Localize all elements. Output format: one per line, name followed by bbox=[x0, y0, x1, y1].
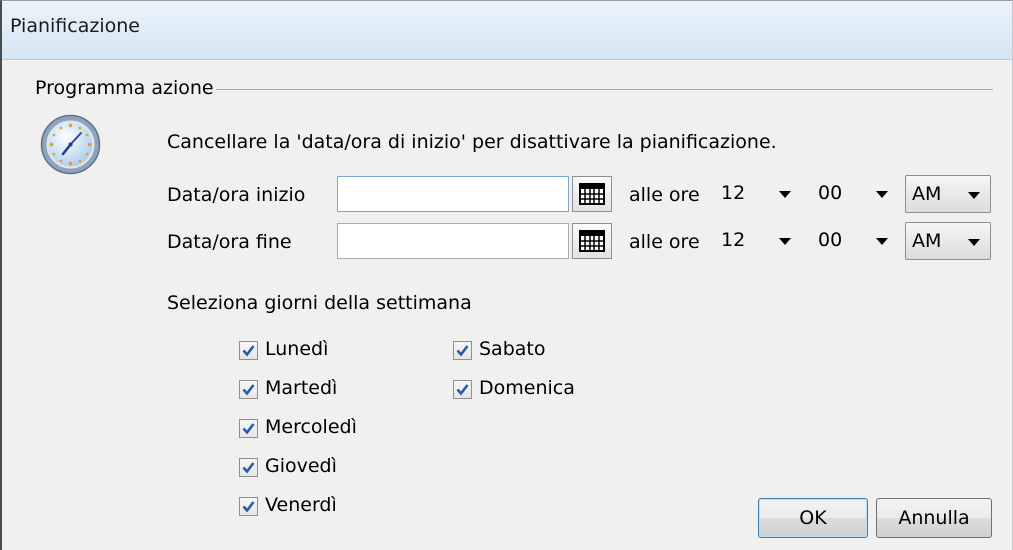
end-datetime-input[interactable] bbox=[337, 223, 569, 259]
days-heading: Seleziona giorni della settimana bbox=[167, 292, 472, 314]
start-hour-value: 12 bbox=[721, 182, 746, 204]
checkbox-box[interactable] bbox=[239, 380, 258, 399]
start-hour-select[interactable]: 12 bbox=[715, 175, 801, 213]
start-ampm-value: AM bbox=[912, 183, 942, 205]
end-minute-select[interactable]: 00 bbox=[812, 222, 898, 260]
checkbox-label: Mercoledì bbox=[265, 416, 357, 438]
checkmark-icon bbox=[242, 501, 255, 513]
info-text: Cancellare la 'data/ora di inizio' per d… bbox=[167, 131, 777, 153]
checkbox-box[interactable] bbox=[239, 341, 258, 360]
checkbox-box[interactable] bbox=[453, 341, 472, 360]
checkbox-label: Giovedì bbox=[265, 455, 337, 477]
chevron-down-icon bbox=[876, 238, 888, 245]
checkbox-label: Martedì bbox=[265, 377, 338, 399]
group-legend: Programma azione bbox=[35, 77, 216, 99]
end-ampm-select[interactable]: AM bbox=[905, 222, 991, 260]
start-datetime-label: Data/ora inizio bbox=[167, 184, 306, 206]
checkbox-box[interactable] bbox=[453, 380, 472, 399]
group-divider bbox=[207, 89, 993, 90]
checkbox-label: Sabato bbox=[479, 338, 546, 360]
chevron-down-icon bbox=[779, 191, 791, 198]
start-minute-select[interactable]: 00 bbox=[812, 175, 898, 213]
end-hour-value: 12 bbox=[721, 229, 746, 251]
checkmark-icon bbox=[242, 345, 255, 357]
end-hour-select[interactable]: 12 bbox=[715, 222, 801, 260]
checkbox-label: Venerdì bbox=[265, 494, 337, 516]
scheduling-dialog: Pianificazione Programma azione Cancella… bbox=[0, 0, 1013, 550]
end-at-label: alle ore bbox=[629, 231, 700, 253]
end-ampm-value: AM bbox=[912, 230, 942, 252]
checkmark-icon bbox=[242, 462, 255, 474]
start-minute-value: 00 bbox=[818, 182, 843, 204]
checkmark-icon bbox=[242, 423, 255, 435]
chevron-down-icon bbox=[968, 239, 980, 246]
ok-button[interactable]: OK bbox=[758, 498, 868, 538]
cancel-button[interactable]: Annulla bbox=[876, 498, 992, 538]
start-calendar-button[interactable] bbox=[572, 176, 612, 212]
calendar-icon bbox=[579, 183, 605, 205]
checkbox-box[interactable] bbox=[239, 497, 258, 516]
chevron-down-icon bbox=[779, 238, 791, 245]
end-calendar-button[interactable] bbox=[572, 223, 612, 259]
checkbox-box[interactable] bbox=[239, 419, 258, 438]
start-datetime-input[interactable] bbox=[337, 176, 569, 212]
end-datetime-label: Data/ora fine bbox=[167, 231, 292, 253]
chevron-down-icon bbox=[876, 191, 888, 198]
checkbox-label: Domenica bbox=[479, 377, 575, 399]
title-bar[interactable]: Pianificazione bbox=[2, 1, 1012, 60]
window-title: Pianificazione bbox=[10, 15, 140, 37]
checkmark-icon bbox=[242, 384, 255, 396]
checkmark-icon bbox=[456, 384, 469, 396]
start-at-label: alle ore bbox=[629, 184, 700, 206]
checkmark-icon bbox=[456, 345, 469, 357]
calendar-icon bbox=[579, 230, 605, 252]
clock-icon bbox=[39, 113, 102, 176]
start-ampm-select[interactable]: AM bbox=[905, 175, 991, 213]
checkbox-box[interactable] bbox=[239, 458, 258, 477]
end-minute-value: 00 bbox=[818, 229, 843, 251]
chevron-down-icon bbox=[968, 192, 980, 199]
checkbox-label: Lunedì bbox=[265, 338, 329, 360]
